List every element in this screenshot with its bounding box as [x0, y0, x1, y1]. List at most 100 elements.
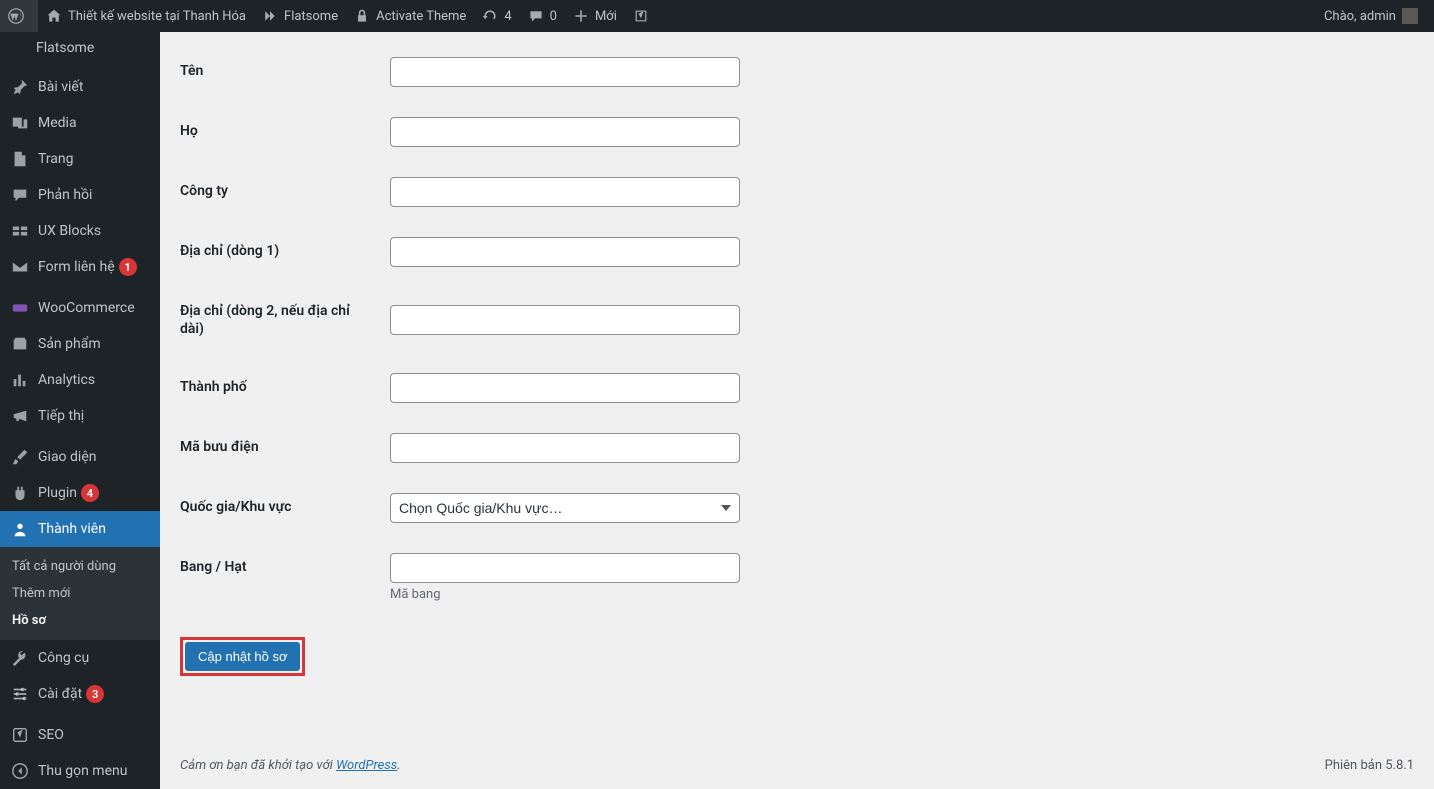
updates-count: 4 [504, 9, 511, 24]
input-company[interactable] [390, 177, 740, 207]
label-city: Thành phố [180, 358, 380, 418]
sidebar-item-appearance[interactable]: Giao diện [0, 439, 160, 475]
sidebar-item-label: Tiếp thị [38, 408, 84, 424]
activate-theme[interactable]: Activate Theme [346, 0, 474, 32]
main-body: Tên Họ Công ty Địa chỉ (dòng 1) Địa chỉ … [160, 0, 1434, 789]
sidebar-item-seo[interactable]: SEO [0, 717, 160, 753]
admin-bar-left: Thiết kế website tại Thanh Hóa Flatsome … [0, 0, 1316, 32]
label-postcode: Mã bưu điện [180, 418, 380, 478]
sidebar-item-label: SEO [38, 727, 64, 743]
sidebar-item-label: Sản phẩm [38, 336, 101, 352]
product-icon [10, 334, 30, 354]
sidebar-item-media[interactable]: Media [0, 105, 160, 141]
new-content[interactable]: Mới [565, 0, 625, 32]
sidebar-item-users[interactable]: Thành viên [0, 511, 160, 547]
sidebar-item-plugins[interactable]: Plugin 4 [0, 475, 160, 511]
yoast-link[interactable] [625, 0, 663, 32]
flatsome-icon [262, 8, 278, 24]
label-address1: Địa chỉ (dòng 1) [180, 222, 380, 282]
pin-icon [10, 77, 30, 97]
footer-thanks-suffix: . [397, 758, 400, 773]
sidebar-item-pages[interactable]: Trang [0, 141, 160, 177]
comments[interactable]: 0 [520, 0, 565, 32]
label-country: Quốc gia/Khu vực [180, 478, 380, 538]
sidebar-item-posts[interactable]: Bài viết [0, 69, 160, 105]
submenu-profile[interactable]: Hồ sơ [0, 607, 160, 634]
woo-icon [10, 298, 30, 318]
admin-menu: Flatsome Bài viết Media Trang Phản hồi U… [0, 32, 160, 789]
comments-count: 0 [550, 9, 557, 24]
plugin-icon [10, 483, 30, 503]
media-icon [10, 113, 30, 133]
update-icon [482, 8, 498, 24]
update-profile-button[interactable]: Cập nhật hồ sơ [185, 642, 300, 671]
theme-link[interactable]: Flatsome [254, 0, 346, 32]
admin-bar: Thiết kế website tại Thanh Hóa Flatsome … [0, 0, 1434, 32]
input-first-name[interactable] [390, 57, 740, 87]
sidebar-item-label: Thu gọn menu [38, 763, 127, 779]
wordpress-icon [8, 8, 24, 24]
footer-thanks: Cảm ơn bạn đã khởi tạo với WordPress. [180, 758, 401, 773]
sidebar-item-label: UX Blocks [38, 223, 101, 239]
site-name[interactable]: Thiết kế website tại Thanh Hóa [38, 0, 254, 32]
lock-icon [354, 8, 370, 24]
sidebar-item-label: Form liên hệ [38, 259, 115, 275]
sidebar-item-label: Media [38, 115, 77, 131]
input-postcode[interactable] [390, 433, 740, 463]
sidebar-item-woocommerce[interactable]: WooCommerce [0, 290, 160, 326]
mail-icon [10, 257, 30, 277]
input-address1[interactable] [390, 237, 740, 267]
theme-label: Flatsome [284, 9, 338, 24]
plus-icon [573, 8, 589, 24]
home-icon [46, 8, 62, 24]
brush-icon [10, 447, 30, 467]
submit-highlight: Cập nhật hồ sơ [180, 637, 305, 676]
avatar [1402, 8, 1418, 24]
seo-icon [10, 725, 30, 745]
sidebar-item-label: Cài đặt [38, 686, 82, 702]
state-help-text: Mã bang [390, 587, 1404, 602]
profile-form-table: Tên Họ Công ty Địa chỉ (dòng 1) Địa chỉ … [180, 42, 1414, 617]
updates[interactable]: 4 [474, 0, 519, 32]
wordpress-link[interactable]: WordPress [336, 758, 397, 773]
sidebar-item-label: Phản hồi [38, 187, 92, 203]
input-city[interactable] [390, 373, 740, 403]
new-label: Mới [595, 9, 617, 24]
sidebar-item-marketing[interactable]: Tiếp thị [0, 398, 160, 434]
badge: 4 [81, 484, 99, 502]
sidebar-item-settings[interactable]: Cài đặt 3 [0, 676, 160, 712]
sidebar-item-collapse[interactable]: Thu gọn menu [0, 753, 160, 789]
sidebar-item-label: Thành viên [38, 521, 106, 537]
input-address2[interactable] [390, 305, 740, 335]
submenu-add-new[interactable]: Thêm mới [0, 580, 160, 607]
sidebar-item-uxblocks[interactable]: UX Blocks [0, 213, 160, 249]
sidebar-item-label: Trang [38, 151, 74, 167]
sidebar-item-label: Bài viết [38, 79, 83, 95]
my-account[interactable]: Chào, admin [1316, 0, 1426, 32]
main-content: Tên Họ Công ty Địa chỉ (dòng 1) Địa chỉ … [160, 32, 1434, 748]
submenu-all-users[interactable]: Tất cả người dùng [0, 553, 160, 580]
sidebar-item-comments[interactable]: Phản hồi [0, 177, 160, 213]
sidebar-item-contactform[interactable]: Form liên hệ 1 [0, 249, 160, 285]
users-submenu: Tất cả người dùng Thêm mới Hồ sơ [0, 547, 160, 640]
sidebar-item-products[interactable]: Sản phẩm [0, 326, 160, 362]
input-state[interactable] [390, 553, 740, 583]
label-state: Bang / Hạt [180, 538, 380, 617]
sidebar-item-label: Công cụ [38, 650, 89, 666]
sidebar-item-flatsome[interactable]: Flatsome [0, 32, 160, 64]
input-last-name[interactable] [390, 117, 740, 147]
sidebar-item-tools[interactable]: Công cụ [0, 640, 160, 676]
badge: 3 [86, 685, 104, 703]
seo-icon [633, 8, 649, 24]
activate-theme-label: Activate Theme [376, 9, 466, 24]
label-address2: Địa chỉ (dòng 2, nếu địa chỉ dài) [180, 282, 380, 358]
wrench-icon [10, 648, 30, 668]
select-country[interactable]: Chọn Quốc gia/Khu vực… [390, 493, 740, 523]
sidebar-item-analytics[interactable]: Analytics [0, 362, 160, 398]
sidebar-item-label: Plugin [38, 485, 77, 501]
label-first-name: Tên [180, 42, 380, 102]
comment-icon [10, 185, 30, 205]
sidebar-item-label: Giao diện [38, 449, 96, 465]
user-icon [10, 519, 30, 539]
wp-logo[interactable] [0, 0, 38, 32]
